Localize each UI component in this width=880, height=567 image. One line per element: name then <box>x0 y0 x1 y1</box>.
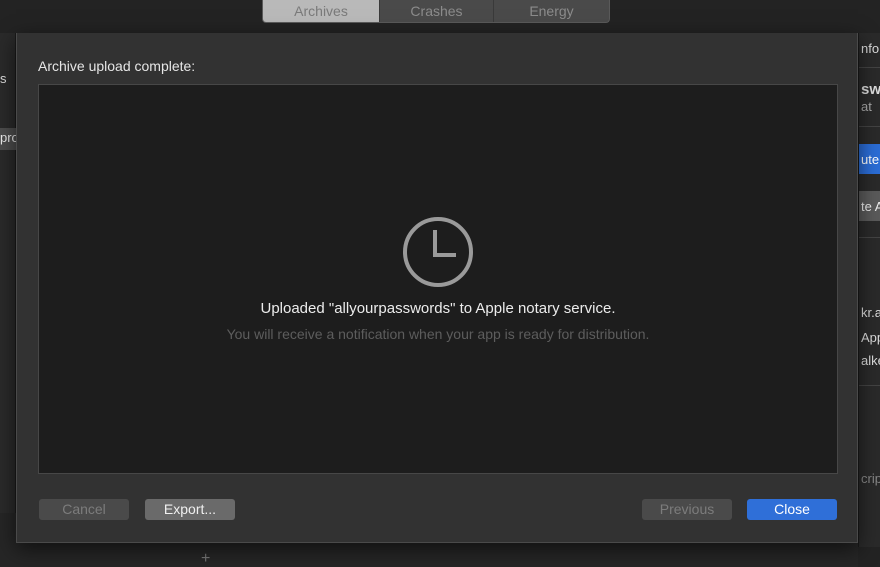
tab-crashes[interactable]: Crashes <box>380 0 494 22</box>
background-inspector-text: sw <box>861 81 880 98</box>
background-inspector-text: te A <box>861 199 880 214</box>
previous-button[interactable]: Previous <box>642 499 732 520</box>
status-panel: Uploaded "allyourpasswords" to Apple not… <box>38 84 838 474</box>
background-inspector-text: ute <box>861 152 880 167</box>
divider <box>859 126 880 127</box>
close-button[interactable]: Close <box>747 499 837 520</box>
divider <box>859 385 880 386</box>
background-inspector-text: nfor <box>861 41 880 56</box>
add-icon: + <box>201 550 211 567</box>
background-inspector: nfor sw at ute te A kr.a App alke crip <box>858 33 880 547</box>
divider <box>859 237 880 238</box>
upload-complete-sheet: Archive upload complete: Uploaded "allyo… <box>16 33 858 543</box>
background-inspector-text: App <box>861 330 880 345</box>
export-button[interactable]: Export... <box>145 499 235 520</box>
cancel-button[interactable]: Cancel <box>39 499 129 520</box>
background-inspector-text: crip <box>861 471 880 486</box>
organizer-tab-bar: Archives Crashes Energy <box>262 0 610 23</box>
background-inspector-text: at <box>861 99 872 114</box>
app-window: Archives Crashes Energy s pro nfor sw at… <box>0 0 880 567</box>
divider <box>859 67 880 68</box>
background-inspector-text: kr.a <box>861 305 880 320</box>
background-sidebar-text: s <box>0 71 7 86</box>
background-inspector-text: alke <box>861 353 880 368</box>
status-submessage: You will receive a notification when you… <box>226 326 650 342</box>
tab-archives[interactable]: Archives <box>263 0 380 22</box>
status-message: Uploaded "allyourpasswords" to Apple not… <box>260 300 616 317</box>
tab-energy[interactable]: Energy <box>494 0 609 22</box>
background-sidebar: s pro <box>0 33 19 513</box>
clock-icon <box>403 217 473 287</box>
sheet-title: Archive upload complete: <box>38 58 196 74</box>
